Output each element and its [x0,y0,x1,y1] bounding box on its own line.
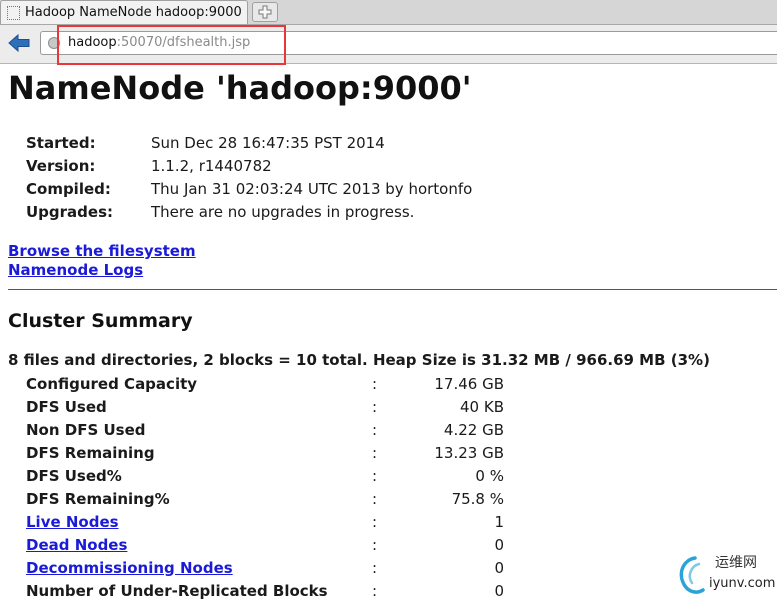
dead-nodes-link[interactable]: Dead Nodes [26,536,127,554]
info-row-upgrades: Upgrades: There are no upgrades in progr… [26,200,472,223]
tab-bar: Hadoop NameNode hadoop:9000 [0,0,777,25]
url-highlight-box [57,25,286,65]
divider [8,289,777,290]
info-value: 1.1.2, r1440782 [151,156,272,175]
stat-value: 4.22 GB [443,420,504,439]
stat-label: DFS Remaining% [26,489,170,508]
stat-colon: : [372,489,378,508]
stat-value: 17.46 GB [434,374,504,393]
swirl-logo-icon [679,556,705,594]
stat-colon: : [372,512,378,531]
info-row-compiled: Compiled: Thu Jan 31 02:03:24 UTC 2013 b… [26,177,472,200]
info-key: Version: [26,156,96,175]
stat-label: DFS Used% [26,466,122,485]
stat-colon: : [372,397,378,416]
table-row: DFS Remaining% : 75.8 % [26,487,504,510]
namenode-info-table: Started: Sun Dec 28 16:47:35 PST 2014 Ve… [26,131,472,223]
plus-icon [258,5,272,19]
table-row: Number of Under-Replicated Blocks : 0 [26,579,504,602]
info-value: Sun Dec 28 16:47:35 PST 2014 [151,133,385,152]
info-row-version: Version: 1.1.2, r1440782 [26,154,472,177]
table-row: Non DFS Used : 4.22 GB [26,418,504,441]
info-key: Compiled: [26,179,111,198]
stat-colon: : [372,443,378,462]
stat-label: DFS Used [26,397,107,416]
back-button[interactable] [6,32,32,54]
info-value: Thu Jan 31 02:03:24 UTC 2013 by hortonfo [151,179,473,198]
browser-tab[interactable]: Hadoop NameNode hadoop:9000 [0,0,248,24]
stat-label: DFS Remaining [26,443,155,462]
info-value: There are no upgrades in progress. [151,202,415,221]
info-key: Upgrades: [26,202,114,221]
stat-label: Number of Under-Replicated Blocks [26,581,328,600]
namenode-logs-link[interactable]: Namenode Logs [8,261,196,280]
cluster-summary-heading: Cluster Summary [8,310,193,332]
browse-filesystem-link[interactable]: Browse the filesystem [8,242,196,261]
stat-value: 0 [494,581,504,600]
stat-colon: : [372,374,378,393]
table-row: DFS Used% : 0 % [26,464,504,487]
live-nodes-link[interactable]: Live Nodes [26,513,119,531]
new-tab-button[interactable] [252,2,278,22]
watermark-logo: 运维网 iyunv.com [675,552,775,598]
stat-value: 1 [494,512,504,531]
stat-label-cell: Dead Nodes [26,533,372,556]
stat-colon: : [372,466,378,485]
table-row: DFS Used : 40 KB [26,395,504,418]
stat-label: Configured Capacity [26,374,198,393]
tab-title: Hadoop NameNode hadoop:9000 [25,5,242,20]
decommissioning-nodes-link[interactable]: Decommissioning Nodes [26,559,233,577]
cluster-summary-line: 8 files and directories, 2 blocks = 10 t… [8,351,710,369]
stat-value: 0 [494,535,504,554]
table-row: Decommissioning Nodes : 0 [26,556,504,579]
cluster-stats-table: Configured Capacity : 17.46 GB DFS Used … [26,372,504,602]
stat-colon: : [372,535,378,554]
stat-label-cell: Decommissioning Nodes [26,556,372,579]
stat-colon: : [372,420,378,439]
watermark-text-en: iyunv.com [709,576,776,591]
stat-value: 13.23 GB [434,443,504,462]
watermark-text-cn: 运维网 [715,555,757,571]
info-row-started: Started: Sun Dec 28 16:47:35 PST 2014 [26,131,472,154]
stat-label: Non DFS Used [26,420,146,439]
stat-value: 40 KB [460,397,504,416]
page-favicon-icon [7,5,20,20]
back-arrow-icon [8,34,30,52]
page-links: Browse the filesystem Namenode Logs [8,242,196,280]
stat-value: 75.8 % [451,489,504,508]
table-row: Live Nodes : 1 [26,510,504,533]
stat-colon: : [372,558,378,577]
table-row: Dead Nodes : 0 [26,533,504,556]
table-row: Configured Capacity : 17.46 GB [26,372,504,395]
page-title: NameNode 'hadoop:9000' [8,69,472,107]
stat-value: 0 [494,558,504,577]
stat-label-cell: Live Nodes [26,510,372,533]
info-key: Started: [26,133,96,152]
stat-value: 0 % [475,466,504,485]
table-row: DFS Remaining : 13.23 GB [26,441,504,464]
stat-colon: : [372,581,378,600]
